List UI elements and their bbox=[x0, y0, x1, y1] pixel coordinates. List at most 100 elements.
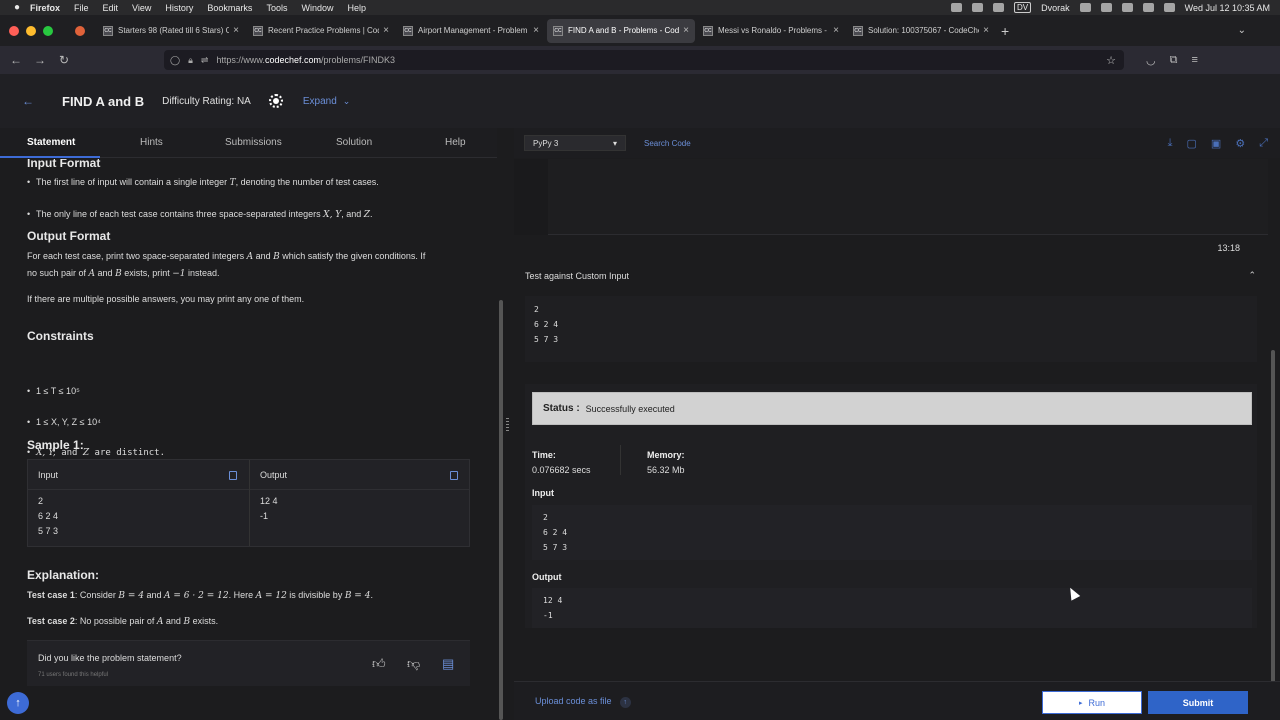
zoom-window-button[interactable] bbox=[43, 25, 53, 36]
run-button[interactable]: ▸ Run bbox=[1042, 691, 1142, 714]
copy-icon[interactable] bbox=[450, 471, 458, 480]
codechef-favicon: CC bbox=[703, 25, 713, 36]
new-tab-icon[interactable]: + bbox=[1001, 23, 1009, 39]
wifi-icon[interactable] bbox=[1100, 3, 1112, 12]
battery-icon[interactable] bbox=[1079, 3, 1091, 12]
back-arrow-icon[interactable]: ← bbox=[22, 94, 34, 108]
menu-tools[interactable]: Tools bbox=[266, 3, 287, 13]
keyboard-layout[interactable]: Dvorak bbox=[1041, 3, 1070, 13]
language-select[interactable]: PyPy 3 ▾ bbox=[524, 135, 626, 151]
text: . Here bbox=[228, 590, 256, 600]
sample-input-col: Input 2 6 2 4 5 7 3 bbox=[28, 460, 249, 546]
tab-submissions[interactable]: Submissions bbox=[225, 137, 282, 148]
close-window-button[interactable] bbox=[9, 25, 19, 36]
close-tab-icon[interactable]: × bbox=[683, 25, 689, 36]
math-var: B = 4 bbox=[344, 591, 371, 601]
forward-icon[interactable]: → bbox=[28, 53, 52, 67]
close-tab-icon[interactable]: × bbox=[383, 25, 389, 36]
tab-statement[interactable]: Statement bbox=[27, 137, 75, 148]
menu-icon[interactable]: ≡ bbox=[1191, 54, 1197, 67]
menu-history[interactable]: History bbox=[165, 3, 193, 13]
browser-tab[interactable]: CC Starters 98 (Rated till 6 Stars) Co × bbox=[97, 19, 245, 43]
reload-icon[interactable]: ↻ bbox=[52, 53, 76, 67]
tab-hints[interactable]: Hints bbox=[140, 137, 163, 148]
menu-bookmarks[interactable]: Bookmarks bbox=[207, 3, 252, 13]
pane-resize-handle[interactable] bbox=[505, 418, 510, 436]
browser-tab[interactable]: CC Airport Management - Problem × bbox=[397, 19, 545, 43]
menu-app[interactable]: Firefox bbox=[30, 3, 60, 13]
browser-tab[interactable]: CC Recent Practice Problems | Cod × bbox=[247, 19, 395, 43]
editor-actions: ⤓ ▢ ▣ ⚙ ⤢ bbox=[1168, 137, 1268, 150]
siri-icon[interactable] bbox=[1163, 3, 1175, 12]
minimize-window-button[interactable] bbox=[26, 25, 36, 36]
editor-pane: 13:18 Test against Custom Input ⌃ 2 6 2 … bbox=[514, 159, 1280, 720]
math-var: −1 bbox=[172, 269, 186, 279]
pinned-tab-icon bbox=[75, 25, 85, 36]
browser-tab[interactable]: CC Solution: 100375067 - CodeChe × bbox=[847, 19, 995, 43]
grip-line bbox=[506, 421, 509, 422]
copy-icon[interactable] bbox=[229, 471, 237, 480]
lock-icon[interactable]: 🔒︎ bbox=[188, 55, 193, 66]
tab-solution[interactable]: Solution bbox=[336, 137, 372, 148]
bookmark-star-icon[interactable]: ☆ bbox=[1106, 54, 1116, 67]
thumbs-up-icon[interactable]: 👍︎ bbox=[372, 656, 386, 672]
submit-button[interactable]: Submit bbox=[1148, 691, 1248, 714]
browser-tab[interactable]: CC Messi vs Ronaldo - Problems - × bbox=[697, 19, 845, 43]
code-editor[interactable] bbox=[514, 159, 1268, 235]
back-icon[interactable]: ← bbox=[4, 53, 28, 67]
apple-icon[interactable]: ● bbox=[12, 2, 22, 13]
list-tabs-icon[interactable]: ⌄ bbox=[1238, 25, 1246, 36]
pinned-tab[interactable] bbox=[69, 25, 91, 36]
gear-icon[interactable]: ⚙ bbox=[1235, 137, 1245, 150]
custom-input-textarea[interactable]: 2 6 2 4 5 7 3 bbox=[525, 296, 1257, 362]
close-tab-icon[interactable]: × bbox=[233, 25, 239, 36]
text: , and bbox=[341, 208, 364, 219]
menu-view[interactable]: View bbox=[132, 3, 151, 13]
clock[interactable]: Wed Jul 12 10:35 AM bbox=[1185, 3, 1270, 13]
sample-output-label: Output bbox=[260, 469, 288, 480]
input-source-badge[interactable]: DV bbox=[1013, 2, 1032, 13]
output-format-note: If there are multiple possible answers, … bbox=[27, 294, 305, 304]
result-input: 2 6 2 4 5 7 3 bbox=[532, 505, 1252, 560]
close-tab-icon[interactable]: × bbox=[833, 25, 839, 36]
menu-file[interactable]: File bbox=[74, 3, 89, 13]
menu-edit[interactable]: Edit bbox=[103, 3, 119, 13]
search-code-link[interactable]: Search Code bbox=[644, 139, 691, 148]
recording-icon[interactable] bbox=[950, 3, 962, 12]
close-tab-icon[interactable]: × bbox=[983, 25, 989, 36]
menu-window[interactable]: Window bbox=[301, 3, 333, 13]
extensions-icon[interactable]: ⧉ bbox=[1170, 54, 1178, 67]
tab-help[interactable]: Help bbox=[445, 137, 466, 148]
editor-toolbar: PyPy 3 ▾ Search Code ⤓ ▢ ▣ ⚙ ⤢ bbox=[514, 128, 1280, 158]
shield-icon[interactable] bbox=[971, 3, 983, 12]
custom-input-toggle[interactable]: Test against Custom Input bbox=[525, 271, 629, 281]
math-var: A = 12 bbox=[255, 591, 287, 601]
moon-icon[interactable] bbox=[992, 3, 1004, 12]
editor-scrollbar[interactable] bbox=[1271, 350, 1275, 720]
text: . bbox=[370, 590, 373, 600]
scroll-to-top-button[interactable]: ↑ bbox=[7, 692, 29, 714]
expand-button[interactable]: Expand ⌄ bbox=[303, 96, 350, 107]
url-bar[interactable]: ◯ 🔒︎ ⇌ https://www.codechef.com/problems… bbox=[164, 50, 1124, 70]
thumbs-down-icon[interactable]: 👎︎ bbox=[407, 656, 420, 672]
download-icon[interactable]: ⤓ bbox=[1168, 137, 1173, 150]
comment-icon[interactable]: ▤ bbox=[442, 656, 454, 672]
tracking-shield-icon[interactable]: ◯ bbox=[170, 55, 180, 66]
chevron-up-icon[interactable]: ⌃ bbox=[1248, 270, 1256, 281]
pocket-icon[interactable]: ◡ bbox=[1146, 54, 1156, 67]
close-tab-icon[interactable]: × bbox=[533, 25, 539, 36]
chevron-down-icon: ⌄ bbox=[342, 95, 351, 106]
save-icon[interactable]: ▣ bbox=[1211, 137, 1221, 150]
control-center-icon[interactable] bbox=[1142, 3, 1154, 12]
theme-toggle-sun-icon[interactable] bbox=[268, 94, 283, 108]
upload-code-link[interactable]: Upload code as file ↑ bbox=[535, 696, 631, 708]
statement-scrollbar[interactable] bbox=[499, 300, 503, 720]
time-value: 0.076682 secs bbox=[532, 465, 591, 475]
search-icon[interactable] bbox=[1121, 3, 1133, 12]
browser-tab-active[interactable]: CC FIND A and B - Problems - Code × bbox=[547, 18, 695, 43]
explanation-heading: Explanation: bbox=[27, 568, 100, 582]
menu-help[interactable]: Help bbox=[347, 3, 366, 13]
fullscreen-icon[interactable]: ⤢ bbox=[1259, 137, 1268, 150]
permissions-icon[interactable]: ⇌ bbox=[201, 55, 209, 66]
chat-icon[interactable]: ▢ bbox=[1187, 137, 1197, 150]
